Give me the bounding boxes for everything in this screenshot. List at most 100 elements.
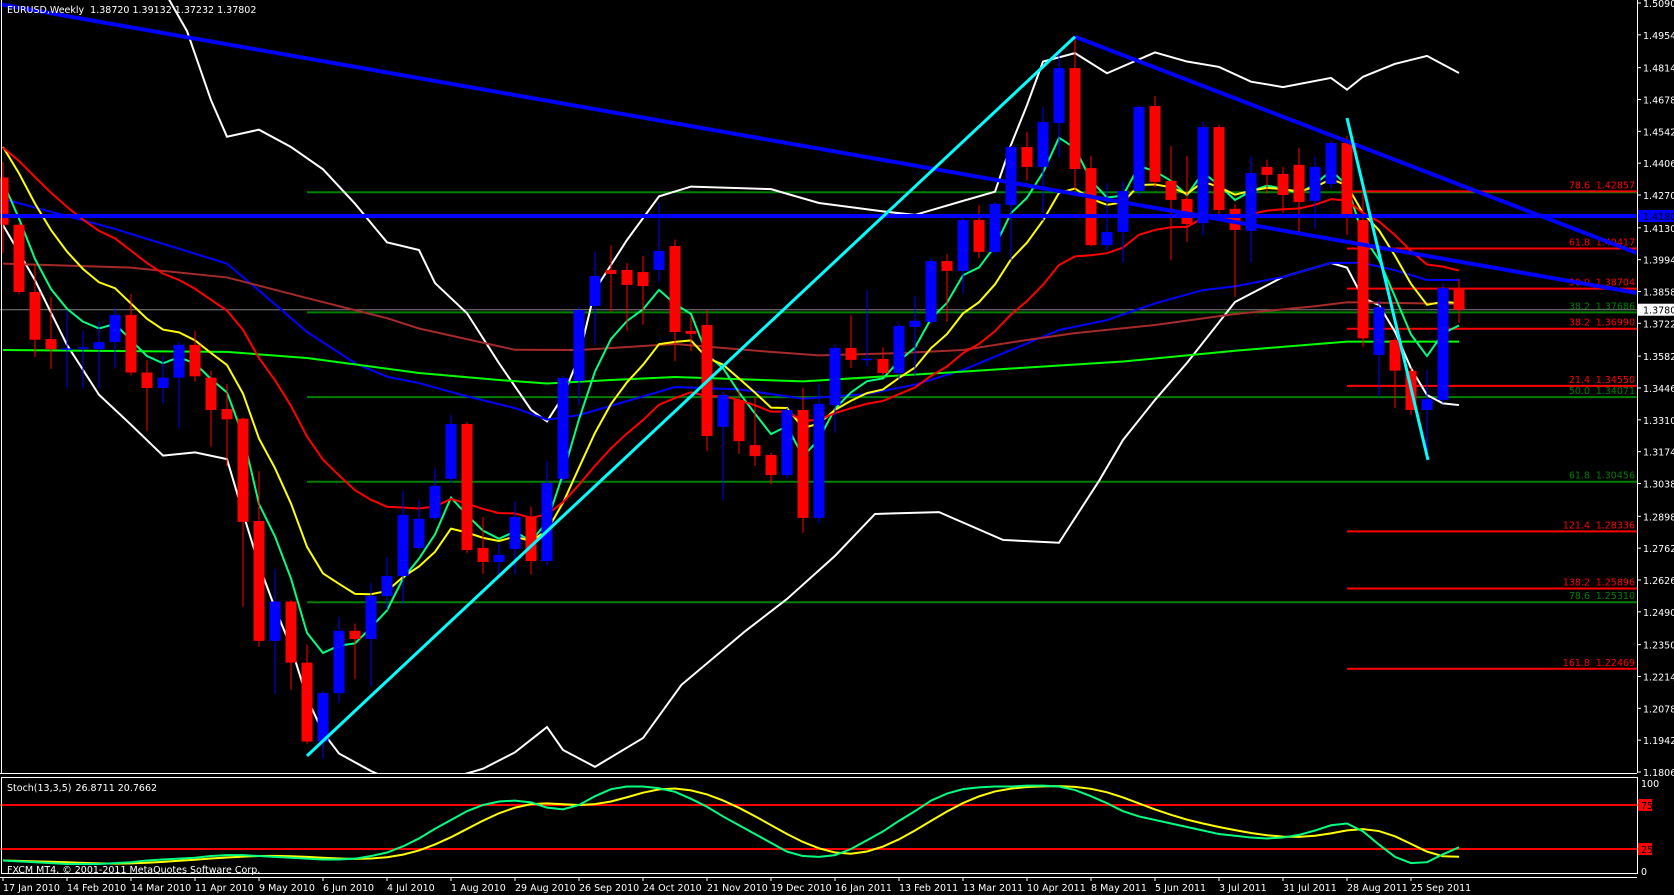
candle-body <box>1245 173 1257 231</box>
candle-body <box>1101 232 1113 246</box>
candle-body <box>829 347 841 406</box>
candle-body <box>925 261 937 322</box>
stoch-axis-label: 0 <box>1641 867 1647 878</box>
candle <box>1309 156 1321 229</box>
candle <box>1437 283 1449 404</box>
candle <box>93 321 105 388</box>
candle-body <box>1261 166 1273 175</box>
candle <box>1213 124 1225 217</box>
candle-body <box>1133 106 1145 192</box>
candle-body <box>1149 106 1161 182</box>
moving-averages <box>2 0 1460 773</box>
candle-body <box>605 269 617 274</box>
candle-body <box>765 454 777 476</box>
chart-title: EURUSD,Weekly 1.38720 1.39132 1.37232 1.3… <box>7 5 256 16</box>
fib-red-percent: 121.4 <box>1563 520 1590 531</box>
candle <box>317 691 329 759</box>
candle <box>237 417 249 607</box>
candle-body <box>77 347 89 349</box>
candle-body <box>61 348 73 350</box>
candle-body <box>813 403 825 518</box>
candle-body <box>29 291 41 340</box>
price-axis-label: 1.22140 <box>1643 672 1674 683</box>
stoch-name: Stoch(13,3,5) <box>7 783 71 794</box>
fib-green-price: 1.30456 <box>1596 471 1635 482</box>
time-axis-label: 29 Aug 2010 <box>515 883 576 894</box>
candle <box>285 600 297 690</box>
candle-body <box>285 601 297 663</box>
time-axis-label: 19 Dec 2010 <box>771 883 832 894</box>
price-axis-label: 1.27620 <box>1643 544 1674 555</box>
candle-body <box>669 246 681 333</box>
fib-red-percent: 38.2 <box>1569 318 1590 329</box>
candle <box>301 644 313 744</box>
candle <box>541 461 553 565</box>
candle <box>1165 146 1177 261</box>
candle <box>1293 148 1305 235</box>
candle-body <box>1341 143 1353 214</box>
candle-body <box>573 309 585 381</box>
time-axis-label: 10 Apr 2011 <box>1027 883 1086 894</box>
candle-body <box>477 547 489 562</box>
price-axis-label: 1.41300 <box>1643 224 1674 235</box>
horizontal-line-price-label: 1.41803 <box>1643 212 1674 223</box>
candle <box>333 616 345 704</box>
candle <box>61 310 73 388</box>
candle-body <box>1325 143 1337 185</box>
candle <box>461 422 473 554</box>
candle-body <box>957 220 969 271</box>
candle-body <box>1069 68 1081 170</box>
time-axis-label: 13 Feb 2011 <box>899 883 958 894</box>
candle <box>1133 105 1145 196</box>
candle <box>365 583 377 687</box>
candle-body <box>253 520 265 641</box>
candle-body <box>269 601 281 641</box>
stoch-d-line <box>2 785 1460 865</box>
main-price-pane[interactable]: 38.2 1.37686 50.0 1.34071 61.8 1.30456 78.6 1.2… <box>0 0 1637 783</box>
candle <box>13 223 25 295</box>
candle-body <box>1213 127 1225 211</box>
candle-body <box>1197 127 1209 224</box>
candle-body <box>557 377 569 479</box>
stoch-axis-label: 75 <box>1641 801 1653 812</box>
candle <box>973 205 985 259</box>
price-axis-label: 1.19420 <box>1643 736 1674 747</box>
candle-body <box>1421 399 1433 410</box>
candle-body <box>1293 164 1305 203</box>
candle <box>429 468 441 521</box>
stoch-k-line <box>2 784 1460 865</box>
time-axis-label: 14 Feb 2010 <box>67 883 126 894</box>
candle <box>269 568 281 695</box>
stochastic-pane[interactable] <box>0 784 1637 865</box>
candle <box>637 255 649 325</box>
candle-body <box>397 514 409 577</box>
candle-body <box>189 344 201 377</box>
candle-body <box>1277 173 1289 196</box>
candle-body <box>1037 121 1049 167</box>
candle-body <box>1437 287 1449 400</box>
time-axis-label: 24 Oct 2010 <box>643 883 702 894</box>
candle <box>1373 299 1385 397</box>
time-axis-label: 26 Sep 2010 <box>579 883 639 894</box>
time-axis-label: 16 Jan 2011 <box>835 883 892 894</box>
candle <box>1325 140 1337 188</box>
price-axis-label: 1.20780 <box>1643 704 1674 715</box>
candle <box>45 296 57 370</box>
candle-body <box>749 445 761 457</box>
price-axis-label: 1.30380 <box>1643 480 1674 491</box>
candle <box>717 391 729 500</box>
fib-green-percent: 78.6 <box>1569 591 1590 602</box>
blue-long-trendline[interactable] <box>0 2 1637 295</box>
fib-green-price: 1.34071 <box>1596 386 1635 397</box>
candle-body <box>797 409 809 518</box>
candle <box>989 202 1001 254</box>
candle <box>1277 166 1289 213</box>
price-chart[interactable]: 38.2 1.37686 50.0 1.34071 61.8 1.30456 78.6 1.2… <box>0 0 1674 895</box>
candle-body <box>1373 307 1385 355</box>
price-axis-label: 1.44060 <box>1643 159 1674 170</box>
candle-body <box>1389 339 1401 371</box>
time-axis-label: 9 May 2010 <box>259 883 315 894</box>
fib-red-price: 1.34550 <box>1596 375 1635 386</box>
candle <box>445 414 457 484</box>
time-axis-label: 21 Nov 2010 <box>707 883 768 894</box>
